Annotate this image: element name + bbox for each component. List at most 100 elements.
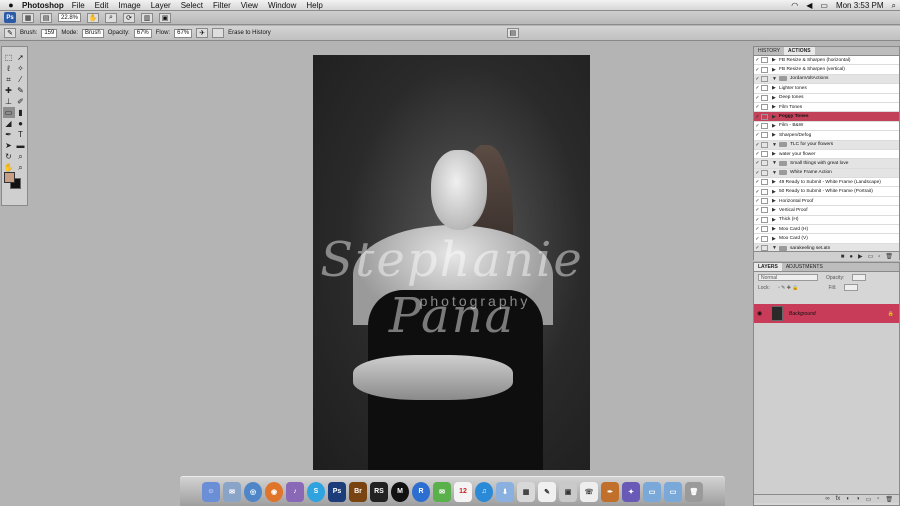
toggle-check-icon[interactable]: ✓ bbox=[754, 198, 761, 204]
action-row[interactable]: ✓ ▶ Horizontal Proof bbox=[754, 197, 899, 207]
toggle-check-icon[interactable]: ✓ bbox=[754, 151, 761, 157]
volume-icon[interactable]: ◀ bbox=[806, 1, 812, 10]
dialog-toggle-box[interactable] bbox=[761, 122, 768, 129]
dialog-toggle-box[interactable] bbox=[761, 104, 768, 111]
dialog-toggle-box[interactable] bbox=[761, 151, 768, 158]
record-icon[interactable]: ● bbox=[849, 254, 853, 260]
blur-tool-icon[interactable]: ◢ bbox=[3, 118, 15, 129]
menu-image[interactable]: Image bbox=[118, 1, 140, 10]
dialog-toggle-box[interactable] bbox=[761, 245, 768, 251]
menu-window[interactable]: Window bbox=[268, 1, 296, 10]
disclosure-closed-icon[interactable]: ▶ bbox=[772, 226, 779, 232]
dialog-toggle-box[interactable] bbox=[761, 207, 768, 214]
action-row[interactable]: ✓ ▶ 50 Ready to Submit - White Frame (Port… bbox=[754, 187, 899, 197]
disclosure-closed-icon[interactable]: ▶ bbox=[772, 207, 779, 213]
lasso-tool-icon[interactable]: ℓ bbox=[3, 63, 15, 74]
menu-help[interactable]: Help bbox=[306, 1, 322, 10]
apple-menu-icon[interactable]: ● bbox=[0, 0, 22, 10]
new-layer-icon[interactable]: ▫ bbox=[877, 496, 879, 502]
brush-size-picker[interactable]: 159 bbox=[41, 28, 58, 38]
dialog-toggle-box[interactable] bbox=[761, 226, 768, 233]
layer-opacity-field[interactable] bbox=[852, 274, 867, 281]
menu-file[interactable]: File bbox=[72, 1, 85, 10]
action-row[interactable]: ✓ ▶ Deep tones bbox=[754, 94, 899, 103]
skype-icon[interactable]: S bbox=[307, 481, 325, 502]
layer-row[interactable]: ◉ Background 🔒 bbox=[754, 304, 899, 323]
dialog-toggle-box[interactable] bbox=[761, 113, 768, 120]
finder-icon[interactable]: ☺ bbox=[202, 481, 220, 502]
tab-layers[interactable]: LAYERS bbox=[754, 263, 782, 271]
history-brush-tool-icon[interactable]: ✐ bbox=[15, 96, 27, 107]
disclosure-closed-icon[interactable]: ▶ bbox=[772, 217, 779, 223]
toggle-check-icon[interactable]: ✓ bbox=[754, 236, 761, 242]
action-row[interactable]: ✓ ▶ Vertical Proof bbox=[754, 206, 899, 216]
toggle-check-icon[interactable]: ✓ bbox=[754, 179, 761, 185]
disclosure-closed-icon[interactable]: ▶ bbox=[772, 104, 779, 110]
toggle-check-icon[interactable]: ✓ bbox=[754, 245, 761, 251]
mail-icon[interactable]: ✉ bbox=[223, 481, 241, 502]
adjustment-layer-icon[interactable]: ◑ bbox=[856, 496, 860, 502]
clone-stamp-tool-icon[interactable]: ⊥ bbox=[3, 96, 15, 107]
action-row[interactable]: ✓ ▶ 49 Ready to Submit - White Frame (Land… bbox=[754, 178, 899, 188]
marquee-tool-icon[interactable]: ⬚ bbox=[3, 52, 15, 63]
toggle-check-icon[interactable]: ✓ bbox=[754, 189, 761, 195]
dialog-toggle-box[interactable] bbox=[761, 235, 768, 242]
action-row[interactable]: ✓ ▶ Film Tones bbox=[754, 103, 899, 113]
dialog-toggle-box[interactable] bbox=[761, 216, 768, 223]
actions-list[interactable]: ✓ ▶ FB Resize & Sharpen (horizontal) ✓ ▶ FB R… bbox=[754, 56, 899, 251]
textedit-icon[interactable]: ✎ bbox=[538, 481, 556, 502]
visibility-eye-icon[interactable]: ◉ bbox=[757, 310, 765, 317]
delete-icon[interactable]: 🗑 bbox=[885, 253, 893, 260]
action-row[interactable]: ✓ ▶ Lighter tones bbox=[754, 84, 899, 94]
r-app-icon[interactable]: R bbox=[412, 481, 430, 502]
disclosure-open-icon[interactable]: ▼ bbox=[772, 76, 779, 82]
new-group-icon[interactable]: ▭ bbox=[866, 496, 872, 503]
action-set-row[interactable]: ✓ ▼ JordanVoltActions bbox=[754, 74, 899, 85]
dialog-toggle-box[interactable] bbox=[761, 198, 768, 205]
delete-layer-icon[interactable]: 🗑 bbox=[885, 496, 893, 503]
toggle-check-icon[interactable]: ✓ bbox=[754, 142, 761, 148]
toggle-check-icon[interactable]: ✓ bbox=[754, 226, 761, 232]
disclosure-open-icon[interactable]: ▼ bbox=[772, 142, 779, 148]
healing-brush-tool-icon[interactable]: ✚ bbox=[3, 85, 15, 96]
mode-select[interactable]: Brush bbox=[82, 28, 104, 38]
action-set-row[interactable]: ✓ ▼ sarakeeling set.atn bbox=[754, 243, 899, 251]
disclosure-closed-icon[interactable]: ▶ bbox=[772, 179, 779, 185]
tab-history[interactable]: HISTORY bbox=[754, 47, 784, 55]
link-layers-icon[interactable]: ∞ bbox=[825, 496, 829, 502]
brush-tool-icon[interactable]: ✎ bbox=[15, 85, 27, 96]
toggle-check-icon[interactable]: ✓ bbox=[754, 123, 761, 129]
dialog-toggle-box[interactable] bbox=[761, 75, 768, 82]
m-app-icon[interactable]: M bbox=[391, 481, 409, 502]
action-set-row[interactable]: ✓ ▼ White Frame Action bbox=[754, 168, 899, 179]
clock[interactable]: Mon 3:53 PM bbox=[836, 1, 884, 10]
spotlight-icon[interactable]: ⌕ bbox=[892, 1, 896, 11]
folder-icon-2[interactable]: ▭ bbox=[664, 481, 682, 502]
erase-to-history-checkbox[interactable] bbox=[212, 28, 225, 38]
blend-mode-select[interactable]: Normal bbox=[758, 274, 818, 281]
bridge-dock-icon[interactable]: Br bbox=[349, 481, 367, 502]
disclosure-closed-icon[interactable]: ▶ bbox=[772, 189, 779, 195]
dialog-toggle-box[interactable] bbox=[761, 141, 768, 148]
arrange-documents-icon[interactable]: ▥ bbox=[141, 12, 154, 23]
action-row[interactable]: ✓ ▶ FB Resize & Sharpen (horizontal) bbox=[754, 56, 899, 66]
menu-layer[interactable]: Layer bbox=[151, 1, 171, 10]
action-row[interactable]: ✓ ▶ FB Resize & Sharpen (vertical) bbox=[754, 65, 899, 75]
disclosure-open-icon[interactable]: ▼ bbox=[772, 245, 779, 251]
photoshop-logo-icon[interactable]: Ps bbox=[4, 12, 16, 23]
quick-select-tool-icon[interactable]: ✧ bbox=[15, 63, 27, 74]
view-extras-icon[interactable]: ▤ bbox=[40, 12, 52, 23]
itunes-icon-2[interactable]: ♫ bbox=[475, 481, 493, 502]
tool-preset-picker-icon[interactable]: ✎ bbox=[4, 28, 16, 38]
hand-tool-icon[interactable]: ✋ bbox=[87, 12, 100, 23]
dialog-toggle-box[interactable] bbox=[761, 169, 768, 176]
trash-icon[interactable]: 🗑 bbox=[685, 481, 703, 502]
toggle-check-icon[interactable]: ✓ bbox=[754, 104, 761, 110]
calendar-icon[interactable]: 12 bbox=[454, 481, 472, 502]
screen-mode-icon[interactable]: ▣ bbox=[159, 12, 172, 23]
toggle-check-icon[interactable]: ✓ bbox=[754, 85, 761, 91]
path-select-tool-icon[interactable]: ➤ bbox=[3, 140, 15, 151]
gradient-tool-icon[interactable]: ▮ bbox=[15, 107, 27, 118]
action-set-row[interactable]: ✓ ▼ Small things with great love bbox=[754, 159, 899, 169]
new-action-icon[interactable]: ▫ bbox=[878, 254, 880, 260]
